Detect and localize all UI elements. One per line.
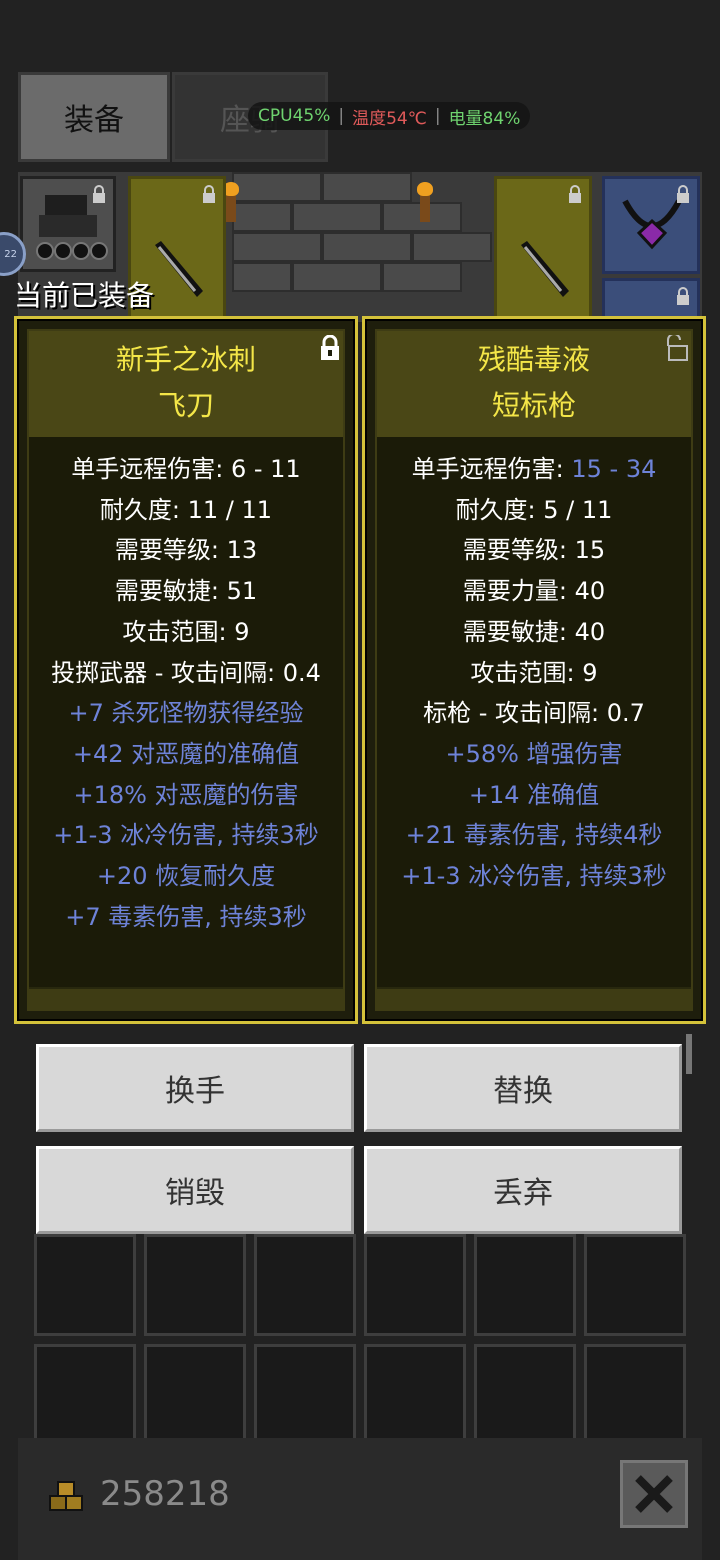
replace-button[interactable]: 替换 xyxy=(364,1044,682,1132)
inventory-cell[interactable] xyxy=(364,1344,466,1446)
item-title: 新手之冰刺 飞刀 xyxy=(29,331,343,437)
item-name-line2: 飞刀 xyxy=(157,389,214,422)
stat-line: 投掷武器 - 攻击间隔: 0.4 xyxy=(51,658,321,687)
unlocked-icon[interactable] xyxy=(667,335,689,361)
tab-equipment[interactable]: 装备 xyxy=(18,72,170,162)
gold-amount: 258218 xyxy=(100,1474,230,1514)
top-bar xyxy=(0,0,720,70)
destroy-button[interactable]: 销毁 xyxy=(36,1146,354,1234)
throwing-knife-icon xyxy=(155,241,203,297)
stat-line: 攻击范围: 9 xyxy=(470,658,598,687)
inventory-cell[interactable] xyxy=(474,1234,576,1336)
stat-line: 需要敏捷: 40 xyxy=(462,617,606,646)
bonus-line: +18% 对恶魔的伤害 xyxy=(73,780,299,809)
stat-line: 耐久度: 11 / 11 xyxy=(99,495,273,524)
bonus-line: +1-3 冰冷伤害, 持续3秒 xyxy=(401,862,667,891)
inventory-cell[interactable] xyxy=(364,1234,466,1336)
inventory-cell[interactable] xyxy=(474,1344,576,1446)
item-stats: 单手远程伤害: 15 - 34 耐久度: 5 / 11 需要等级: 15 需要力… xyxy=(377,437,691,987)
status-separator: | xyxy=(338,106,345,126)
stat-line: 单手远程伤害: 15 - 34 xyxy=(377,449,691,490)
slot-weapon-right[interactable] xyxy=(494,176,592,322)
lock-icon xyxy=(677,287,689,305)
stat-line: 标枪 - 攻击间隔: 0.7 xyxy=(423,699,645,728)
item-name-line1: 残酷毒液 xyxy=(477,343,590,376)
slot-amulet[interactable] xyxy=(602,176,700,274)
inventory-cell[interactable] xyxy=(584,1234,686,1336)
lock-icon xyxy=(677,185,689,203)
gold-coins-icon xyxy=(49,1481,83,1511)
status-separator: | xyxy=(434,106,441,126)
bonus-line: +7 毒素伤害, 持续3秒 xyxy=(65,902,307,931)
bonus-line: +58% 增强伤害 xyxy=(445,739,623,768)
close-icon xyxy=(635,1475,673,1513)
close-button[interactable] xyxy=(620,1460,688,1528)
inventory-cell[interactable] xyxy=(254,1344,356,1446)
slot-armor[interactable] xyxy=(20,176,116,272)
discard-button[interactable]: 丢弃 xyxy=(364,1146,682,1234)
bonus-line: +1-3 冰冷伤害, 持续3秒 xyxy=(53,821,319,850)
stat-line: 攻击范围: 9 xyxy=(122,617,250,646)
stat-line: 需要敏捷: 51 xyxy=(114,577,258,606)
item-stats: 单手远程伤害: 6 - 11 耐久度: 11 / 11 需要等级: 13 需要敏… xyxy=(29,437,343,987)
inventory-cell[interactable] xyxy=(144,1344,246,1446)
torch-icon xyxy=(223,182,239,222)
torch-icon xyxy=(417,182,433,222)
damage-value: 15 - 34 xyxy=(571,455,657,483)
damage-label: 单手远程伤害: xyxy=(411,455,572,483)
stat-line: 耐久度: 5 / 11 xyxy=(455,495,613,524)
panel-footer xyxy=(29,989,343,1009)
inventory-cell[interactable] xyxy=(144,1234,246,1336)
lock-icon xyxy=(93,185,105,203)
bonus-line: +21 毒素伤害, 持续4秒 xyxy=(405,821,663,850)
inventory-cell[interactable] xyxy=(584,1344,686,1446)
lock-icon xyxy=(569,185,581,203)
bonus-line: +42 对恶魔的准确值 xyxy=(72,739,300,768)
inventory-cell[interactable] xyxy=(34,1234,136,1336)
scrollbar[interactable] xyxy=(686,1034,692,1074)
lock-icon xyxy=(203,185,215,203)
battery-level: 电量84% xyxy=(448,108,521,129)
javelin-icon xyxy=(521,241,569,297)
stat-line: 需要等级: 13 xyxy=(114,536,258,565)
bonus-line: +14 准确值 xyxy=(468,780,600,809)
equipped-item-panel: 新手之冰刺 飞刀 单手远程伤害: 6 - 11 耐久度: 11 / 11 需要等… xyxy=(14,316,358,1024)
inventory-cell[interactable] xyxy=(34,1344,136,1446)
item-name-line1: 新手之冰刺 xyxy=(115,343,256,376)
swap-hand-button[interactable]: 换手 xyxy=(36,1044,354,1132)
cpu-usage: CPU45% xyxy=(258,106,331,126)
item-name-line2: 短标枪 xyxy=(491,389,576,422)
stat-line: 需要力量: 40 xyxy=(462,577,606,606)
lock-icon[interactable] xyxy=(319,335,341,361)
equipped-label: 当前已装备 xyxy=(14,279,155,312)
stat-line: 单手远程伤害: 6 - 11 xyxy=(71,455,301,483)
item-title: 残酷毒液 短标枪 xyxy=(377,331,691,437)
panel-footer xyxy=(377,989,691,1009)
bonus-line: +7 杀死怪物获得经验 xyxy=(68,699,304,728)
system-status-overlay: CPU45% | 温度54℃ | 电量84% xyxy=(248,102,531,130)
stat-line: 需要等级: 15 xyxy=(462,536,606,565)
temperature: 温度54℃ xyxy=(352,108,427,129)
bonus-line: +20 恢复耐久度 xyxy=(96,862,276,891)
inventory-cell[interactable] xyxy=(254,1234,356,1336)
compared-item-panel: 残酷毒液 短标枪 单手远程伤害: 15 - 34 耐久度: 5 / 11 需要等… xyxy=(362,316,706,1024)
